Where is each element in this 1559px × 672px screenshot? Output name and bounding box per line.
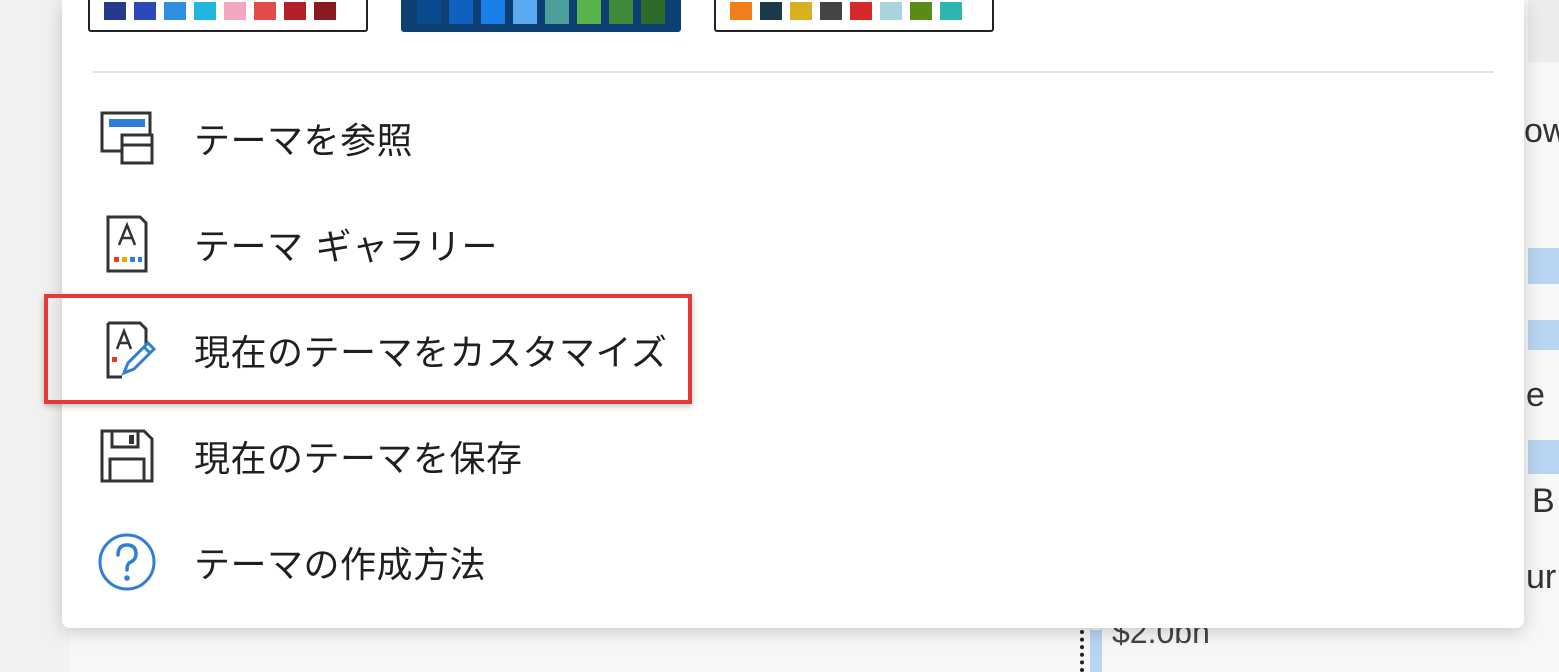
menu-item-how-to-create-theme[interactable]: テーマの作成方法 (92, 514, 1472, 610)
theme-color-chip (850, 2, 872, 20)
menu-item-save-current-theme[interactable]: 現在のテーマを保存 (92, 408, 1472, 504)
theme-color-chip (609, 0, 633, 24)
theme-swatch-light-theme-2[interactable] (714, 0, 994, 32)
theme-color-chip (760, 2, 782, 20)
background-blue-bar (1090, 630, 1102, 672)
menu-item-label: テーマの作成方法 (194, 545, 487, 586)
theme-color-chip (790, 2, 812, 20)
highlight-box (44, 294, 692, 404)
background-block (1528, 0, 1559, 62)
theme-color-chip (545, 0, 569, 24)
theme-color-chip (194, 2, 216, 20)
theme-color-chip (880, 2, 902, 20)
background-bottom-area (70, 630, 1559, 672)
help-icon (96, 531, 158, 593)
theme-color-chip (940, 2, 962, 20)
browse-theme-icon (96, 107, 158, 169)
theme-color-chip (284, 2, 306, 20)
background-block (1528, 440, 1559, 474)
theme-color-chip (641, 0, 665, 24)
theme-color-chip (164, 2, 186, 20)
menu-divider (92, 71, 1494, 73)
theme-color-chip (577, 0, 601, 24)
theme-color-chip (134, 2, 156, 20)
theme-color-chip (910, 2, 932, 20)
menu-item-label: テーマ ギャラリー (194, 227, 498, 268)
background-dotted-line (1080, 630, 1090, 672)
theme-color-chip (481, 0, 505, 24)
theme-color-chip (314, 2, 336, 20)
background-text-fragment: ow (1524, 112, 1559, 150)
menu-item-browse-theme[interactable]: テーマを参照 (92, 90, 1472, 186)
theme-color-chip (513, 0, 537, 24)
menu-item-label: テーマを参照 (194, 121, 414, 162)
theme-swatch-dark-blue-theme[interactable] (401, 0, 681, 32)
theme-color-chip (449, 0, 473, 24)
menu-item-theme-gallery[interactable]: テーマ ギャラリー (92, 196, 1472, 292)
theme-gallery-icon (96, 213, 158, 275)
background-text-fragment: B (1532, 482, 1555, 520)
background-text-fragment: e (1526, 376, 1545, 414)
theme-color-chip (104, 2, 126, 20)
save-icon (96, 425, 158, 487)
theme-color-chip (254, 2, 276, 20)
theme-color-chip (224, 2, 246, 20)
background-block (1528, 320, 1559, 350)
theme-color-chip (820, 2, 842, 20)
background-block (1528, 248, 1559, 284)
background-text-fragment: ur (1526, 558, 1557, 596)
menu-item-label: 現在のテーマを保存 (194, 439, 523, 480)
theme-swatch-light-theme-1[interactable] (88, 0, 368, 32)
theme-color-chip (730, 2, 752, 20)
theme-color-chip (417, 0, 441, 24)
